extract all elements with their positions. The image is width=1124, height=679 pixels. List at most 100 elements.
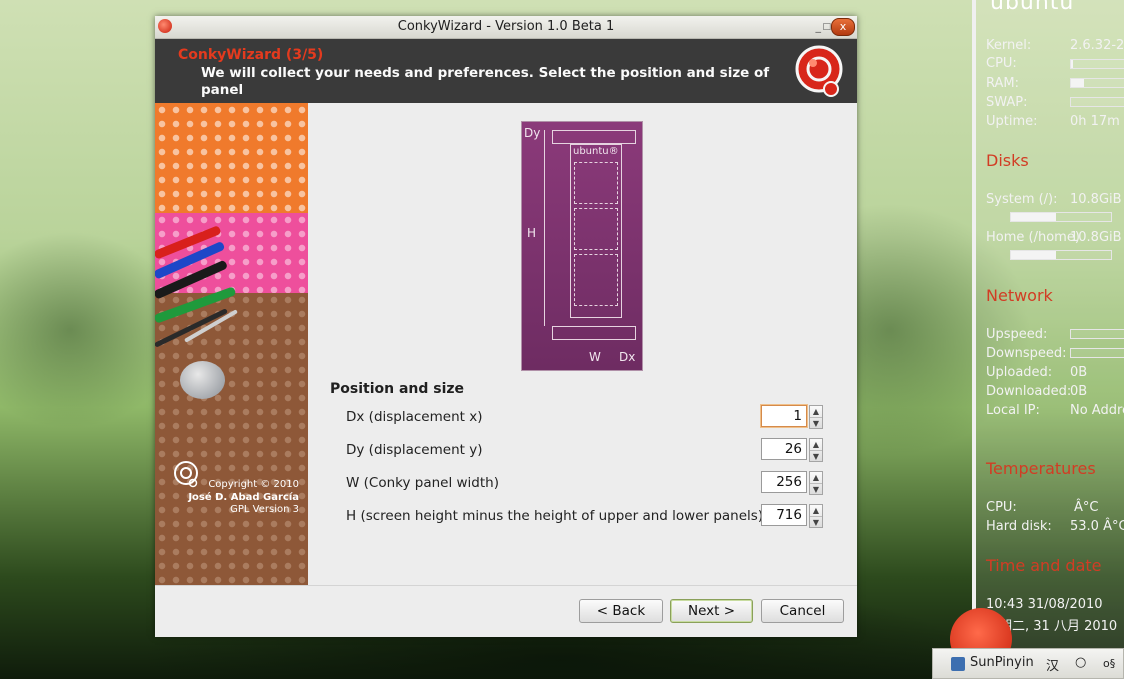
dy-input[interactable]: [761, 438, 807, 460]
panel-preview-image: Dy H ubuntu® W Dx: [521, 121, 643, 371]
time-value: 10:43 31/08/2010: [986, 597, 1103, 612]
dy-increment-icon[interactable]: ▲: [810, 439, 822, 450]
preview-dy-label: Dy: [524, 126, 541, 140]
system-disk-label: System (/):: [986, 192, 1058, 207]
minimize-button[interactable]: _: [816, 20, 822, 33]
upspeed-label: Upspeed:: [986, 327, 1048, 342]
uploaded-label: Uploaded:: [986, 365, 1053, 380]
preview-h-line: [544, 130, 545, 326]
home-disk-value: 10.8GiB: [1070, 230, 1122, 245]
sidebar-copyright: Copyright © 2010 José D. Abad García GPL…: [185, 479, 299, 517]
upspeed-bar: [1070, 329, 1124, 339]
preview-ubuntu-text: ubuntu®: [573, 146, 619, 157]
downspeed-bar: [1070, 348, 1124, 358]
uptime-label: Uptime:: [986, 114, 1038, 129]
preview-conky-rows: [574, 254, 618, 306]
w-spinbox[interactable]: ▲ ▼: [761, 471, 823, 495]
hd-temp-label: Hard disk:: [986, 519, 1052, 534]
time-date-title: Time and date: [986, 556, 1102, 575]
cpu-label: CPU:: [986, 56, 1017, 71]
system-disk-bar: [1010, 212, 1112, 222]
conky-panel: ubuntu Kernel: 2.6.32-24 CPU: RAM: SWAP:…: [972, 0, 1124, 679]
home-disk-label: Home (/home): [986, 230, 1080, 245]
kernel-label: Kernel:: [986, 38, 1032, 53]
temperatures-title: Temperatures: [986, 459, 1096, 478]
cpu-bar-fill: [1071, 60, 1074, 68]
ram-bar-fill: [1071, 79, 1085, 87]
local-ip-label: Local IP:: [986, 403, 1040, 418]
hd-temp-value: 53.0 Â°C: [1070, 519, 1124, 534]
dx-increment-icon[interactable]: ▲: [810, 406, 822, 417]
preview-top-panel: [552, 130, 636, 144]
ime-name[interactable]: SunPinyin: [970, 655, 1034, 670]
conkywizard-logo-icon: [795, 45, 843, 97]
home-disk-bar-fill: [1011, 251, 1056, 259]
close-button[interactable]: x: [831, 18, 855, 36]
h-increment-icon[interactable]: ▲: [810, 505, 822, 516]
keyboard-icon[interactable]: [951, 657, 965, 671]
local-ip-value: No Addre: [1070, 403, 1124, 418]
maximize-button[interactable]: □: [822, 22, 831, 32]
copyright-author: José D. Abad García: [188, 491, 299, 503]
preview-dx-label: Dx: [619, 350, 636, 364]
taskbar: SunPinyin 汉 ○ о§: [932, 648, 1124, 679]
ime-punct-mode[interactable]: ○: [1075, 655, 1086, 670]
cpu-temp-label: CPU:: [986, 500, 1017, 515]
ram-label: RAM:: [986, 76, 1019, 91]
window-title: ConkyWizard - Version 1.0 Beta 1: [397, 19, 615, 34]
rock-image: [180, 361, 225, 399]
dx-spinbox[interactable]: ▲ ▼: [761, 405, 823, 429]
w-decrement-icon[interactable]: ▼: [810, 483, 822, 495]
ime-extra[interactable]: о§: [1103, 657, 1115, 670]
cpu-temp-value: Â°C: [1074, 500, 1099, 515]
titlebar[interactable]: ConkyWizard - Version 1.0 Beta 1 _ □ x: [155, 16, 857, 39]
uploaded-value: 0B: [1070, 365, 1088, 380]
preview-w-label: W: [589, 350, 601, 364]
button-bar: < Back Next > Cancel: [155, 585, 857, 637]
preview-bottom-panel: [552, 326, 636, 340]
ime-chinese-mode[interactable]: 汉: [1046, 655, 1059, 674]
swap-bar: [1070, 97, 1124, 107]
conky-ubuntu-logo: ubuntu: [990, 0, 1075, 15]
cancel-button[interactable]: Cancel: [761, 599, 844, 623]
h-label: H (screen height minus the height of upp…: [346, 508, 764, 524]
copyright-line: Copyright © 2010: [208, 479, 299, 490]
sidebar-orange-band: [155, 103, 308, 213]
w-input[interactable]: [761, 471, 807, 493]
h-spinbox[interactable]: ▲ ▼: [761, 504, 823, 528]
preview-h-label: H: [527, 226, 537, 240]
uptime-value: 0h 17m 9: [1070, 114, 1124, 129]
h-decrement-icon[interactable]: ▼: [810, 516, 822, 528]
h-spin-buttons[interactable]: ▲ ▼: [809, 504, 823, 528]
wizard-content: Dy H ubuntu® W Dx Position and size Dx (…: [308, 103, 857, 585]
preview-conky-rows: [574, 208, 618, 250]
downloaded-value: 0B: [1070, 384, 1088, 399]
wizard-step-title: ConkyWizard (3/5): [178, 47, 324, 63]
downspeed-label: Downspeed:: [986, 346, 1067, 361]
h-input[interactable]: [761, 504, 807, 526]
dy-spin-buttons[interactable]: ▲ ▼: [809, 438, 823, 462]
dy-label: Dy (displacement y): [346, 442, 483, 458]
downloaded-label: Downloaded:: [986, 384, 1072, 399]
w-label: W (Conky panel width): [346, 475, 499, 491]
ram-bar: [1070, 78, 1124, 88]
cpu-bar: [1070, 59, 1124, 69]
wizard-step-description: We will collect your needs and preferenc…: [201, 65, 770, 98]
dy-spinbox[interactable]: ▲ ▼: [761, 438, 823, 462]
position-size-title: Position and size: [330, 381, 465, 397]
w-spin-buttons[interactable]: ▲ ▼: [809, 471, 823, 495]
next-button[interactable]: Next >: [670, 599, 753, 623]
dy-decrement-icon[interactable]: ▼: [810, 450, 822, 462]
dx-decrement-icon[interactable]: ▼: [810, 417, 822, 429]
dx-input[interactable]: [761, 405, 807, 427]
wizard-header: ConkyWizard (3/5) We will collect your n…: [155, 39, 857, 103]
system-disk-bar-fill: [1011, 213, 1056, 221]
swap-label: SWAP:: [986, 95, 1028, 110]
w-increment-icon[interactable]: ▲: [810, 472, 822, 483]
home-disk-bar: [1010, 250, 1112, 260]
copyright-license: GPL Version 3: [230, 504, 299, 515]
back-button[interactable]: < Back: [579, 599, 663, 623]
wizard-sidebar: Copyright © 2010 José D. Abad García GPL…: [155, 103, 308, 585]
dx-spin-buttons[interactable]: ▲ ▼: [809, 405, 823, 429]
system-disk-value: 10.8GiB: [1070, 192, 1122, 207]
